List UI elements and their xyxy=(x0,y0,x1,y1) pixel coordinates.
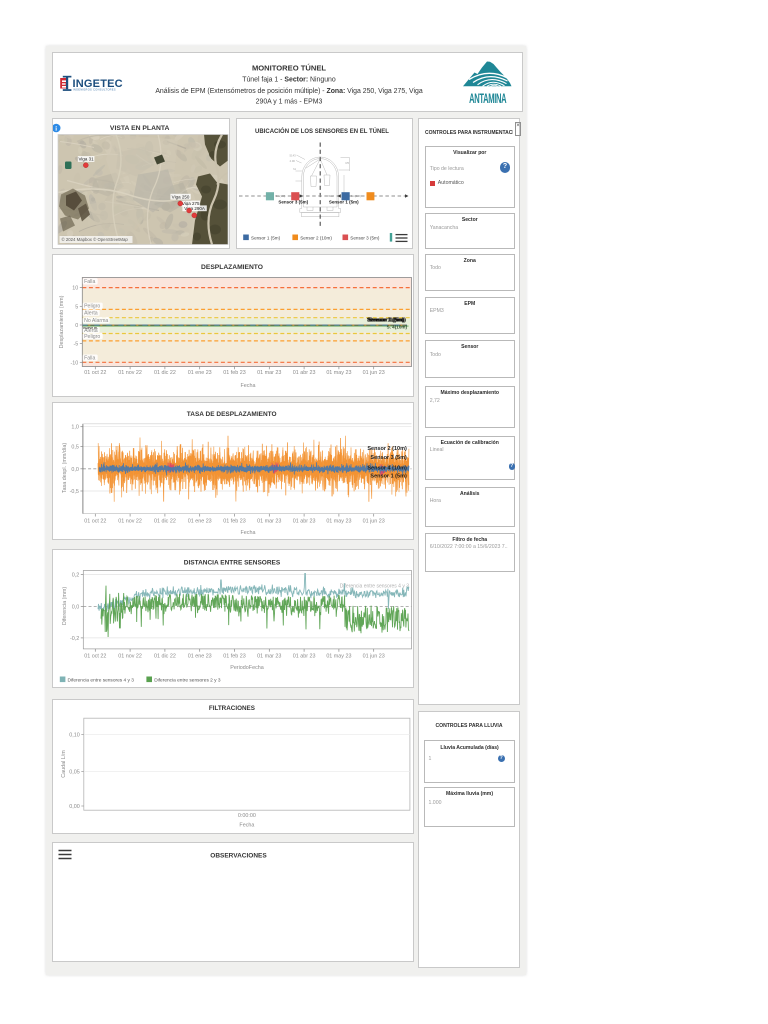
svg-text:Diferencia entre sensores 4 y: Diferencia entre sensores 4 y 3 xyxy=(68,677,135,683)
svg-text:Alerta: Alerta xyxy=(84,311,98,317)
svg-text:VISTA EN PLANTA: VISTA EN PLANTA xyxy=(110,125,170,132)
svg-text:01 abr 23: 01 abr 23 xyxy=(293,370,316,376)
svg-text:-0,5: -0,5 xyxy=(70,489,79,495)
svg-text:01 abr 23: 01 abr 23 xyxy=(293,518,316,524)
svg-text:Sensor 2 (10m): Sensor 2 (10m) xyxy=(300,235,332,240)
svg-text:Desplazamiento (mm): Desplazamiento (mm) xyxy=(59,295,65,348)
svg-text:Fecha: Fecha xyxy=(241,530,256,536)
svg-text:UBICACIÓN DE LOS SENSORES EN E: UBICACIÓN DE LOS SENSORES EN EL TÚNEL xyxy=(255,127,389,135)
svg-text:01 feb 23: 01 feb 23 xyxy=(223,370,245,376)
svg-text:01 jun 23: 01 jun 23 xyxy=(363,653,385,659)
svg-text:No Alarma: No Alarma xyxy=(84,318,108,324)
svg-text:01 oct 22: 01 oct 22 xyxy=(84,518,106,524)
svg-text:10: 10 xyxy=(72,286,78,292)
svg-text:ANTAMINA: ANTAMINA xyxy=(469,92,506,107)
svg-text:0,0: 0,0 xyxy=(71,466,79,472)
svg-text:PeriodoFecha: PeriodoFecha xyxy=(230,665,264,671)
svg-text:DISTANCIA ENTRE SENSORES: DISTANCIA ENTRE SENSORES xyxy=(184,559,281,566)
svg-text:Sensor 1 (5m): Sensor 1 (5m) xyxy=(251,235,281,240)
svg-text:R5: R5 xyxy=(345,161,349,165)
svg-text:01 ene 23: 01 ene 23 xyxy=(188,370,212,376)
svg-text:01 may 23: 01 may 23 xyxy=(326,653,351,659)
svg-text:TASA DE DESPLAZAMIENTO: TASA DE DESPLAZAMIENTO xyxy=(187,410,277,417)
svg-text:0,2: 0,2 xyxy=(72,572,80,578)
svg-text:-0,2: -0,2 xyxy=(70,635,79,641)
svg-text:MONITOREO TÚNEL: MONITOREO TÚNEL xyxy=(252,64,326,73)
svg-text:5143: 5143 xyxy=(289,154,296,158)
svg-text:01 mar 23: 01 mar 23 xyxy=(257,653,281,659)
svg-text:01 jun 23: 01 jun 23 xyxy=(363,518,385,524)
svg-text:S. 4(10m): S. 4(10m) xyxy=(387,325,408,330)
svg-text:01 oct 22: 01 oct 22 xyxy=(84,370,106,376)
svg-text:Viga 250: Viga 250 xyxy=(172,194,190,199)
svg-text:01 nov 22: 01 nov 22 xyxy=(118,653,142,659)
svg-text:01 feb 23: 01 feb 23 xyxy=(223,518,245,524)
svg-text:i: i xyxy=(55,126,57,133)
svg-text:0,10: 0,10 xyxy=(69,733,80,739)
svg-text:01 nov 22: 01 nov 22 xyxy=(118,518,142,524)
svg-text:4.90: 4.90 xyxy=(289,159,295,163)
svg-text:01 feb 23: 01 feb 23 xyxy=(223,653,245,659)
svg-text:OBSERVACIONES: OBSERVACIONES xyxy=(210,852,267,859)
svg-text:Túnel faja 1 - Sector: Ninguno: Túnel faja 1 - Sector: Ninguno xyxy=(242,77,336,84)
svg-text:Análisis de EPM (Extensómetros: Análisis de EPM (Extensómetros de posici… xyxy=(155,88,423,95)
svg-text:Sensor 1 (5m): Sensor 1 (5m) xyxy=(367,318,404,324)
svg-text:Tasa despl. (mm/día): Tasa despl. (mm/día) xyxy=(62,442,68,493)
svg-text:Sensor 3 (5m): Sensor 3 (5m) xyxy=(278,200,308,205)
svg-text:Caudal L/m: Caudal L/m xyxy=(61,750,67,778)
svg-text:Diferencia entre sensores 4 y: Diferencia entre sensores 4 y 3 xyxy=(340,583,409,589)
svg-text:0,0: 0,0 xyxy=(72,604,80,610)
svg-text:01 mar 23: 01 mar 23 xyxy=(257,518,281,524)
svg-text:01 ene 23: 01 ene 23 xyxy=(188,518,212,524)
svg-text:0: 0 xyxy=(75,323,78,329)
svg-text:nueve m.: nueve m. xyxy=(83,326,98,330)
svg-text:Falla: Falla xyxy=(84,279,95,285)
svg-text:0,5: 0,5 xyxy=(71,444,79,450)
svg-text:Sensor 3 (5m): Sensor 3 (5m) xyxy=(350,235,380,240)
svg-text:Fecha: Fecha xyxy=(239,823,254,829)
svg-text:01 ene 23: 01 ene 23 xyxy=(188,653,212,659)
svg-text:01 oct 22: 01 oct 22 xyxy=(84,653,106,659)
svg-text:Peligro: Peligro xyxy=(84,334,100,340)
svg-text:01 abr 23: 01 abr 23 xyxy=(293,653,316,659)
svg-text:Sensor 1 (5m): Sensor 1 (5m) xyxy=(328,200,358,205)
svg-text:Sensor 1 (5m): Sensor 1 (5m) xyxy=(370,473,407,479)
svg-text:01 mar 23: 01 mar 23 xyxy=(257,370,281,376)
svg-text:Viga 31: Viga 31 xyxy=(79,157,95,162)
svg-text:© 2024 Mapbox © OpenStreetMap: © 2024 Mapbox © OpenStreetMap xyxy=(62,237,129,242)
svg-text:Sensor 3 (5m): Sensor 3 (5m) xyxy=(370,455,407,461)
svg-text:0,00: 0,00 xyxy=(69,804,80,810)
svg-text:-5m: -5m xyxy=(327,194,333,198)
svg-text:INGENIEROS CONSULTORES: INGENIEROS CONSULTORES xyxy=(73,88,116,92)
svg-text:FILTRACIONES: FILTRACIONES xyxy=(209,705,255,712)
svg-text:0:00:00: 0:00:00 xyxy=(238,813,256,819)
svg-text:h1: h1 xyxy=(293,167,297,171)
svg-text:Peligro: Peligro xyxy=(84,304,100,310)
svg-text:0,05: 0,05 xyxy=(69,770,80,776)
svg-text:01 dic 22: 01 dic 22 xyxy=(154,518,176,524)
svg-text:Sensor 4 (10m): Sensor 4 (10m) xyxy=(367,465,407,471)
svg-text:01 nov 22: 01 nov 22 xyxy=(118,370,142,376)
svg-text:Fecha: Fecha xyxy=(241,383,256,389)
svg-text:5m(10l): 5m(10l) xyxy=(351,194,361,198)
svg-text:01 dic 22: 01 dic 22 xyxy=(154,653,176,659)
svg-text:Falla: Falla xyxy=(84,356,95,362)
svg-text:01 jun 23: 01 jun 23 xyxy=(363,370,385,376)
svg-text:-10: -10 xyxy=(71,360,79,366)
svg-text:5m(10l): 5m(10l) xyxy=(275,194,285,198)
svg-text:01 dic 22: 01 dic 22 xyxy=(154,370,176,376)
svg-text:-5: -5 xyxy=(74,342,79,348)
svg-text:Sensor 2 (10m): Sensor 2 (10m) xyxy=(367,445,407,451)
svg-text:290A y 1 más - EPM3: 290A y 1 más - EPM3 xyxy=(256,99,323,106)
svg-text:01 may 23: 01 may 23 xyxy=(326,370,351,376)
svg-text:DESPLAZAMIENTO: DESPLAZAMIENTO xyxy=(201,264,263,271)
svg-text:1,0: 1,0 xyxy=(71,424,79,430)
svg-text:01 may 23: 01 may 23 xyxy=(326,518,351,524)
svg-text:Diferencia entre sensores 2 y: Diferencia entre sensores 2 y 3 xyxy=(154,677,221,683)
svg-text:5: 5 xyxy=(75,304,78,310)
svg-text:Diferencia (mm): Diferencia (mm) xyxy=(62,586,68,625)
